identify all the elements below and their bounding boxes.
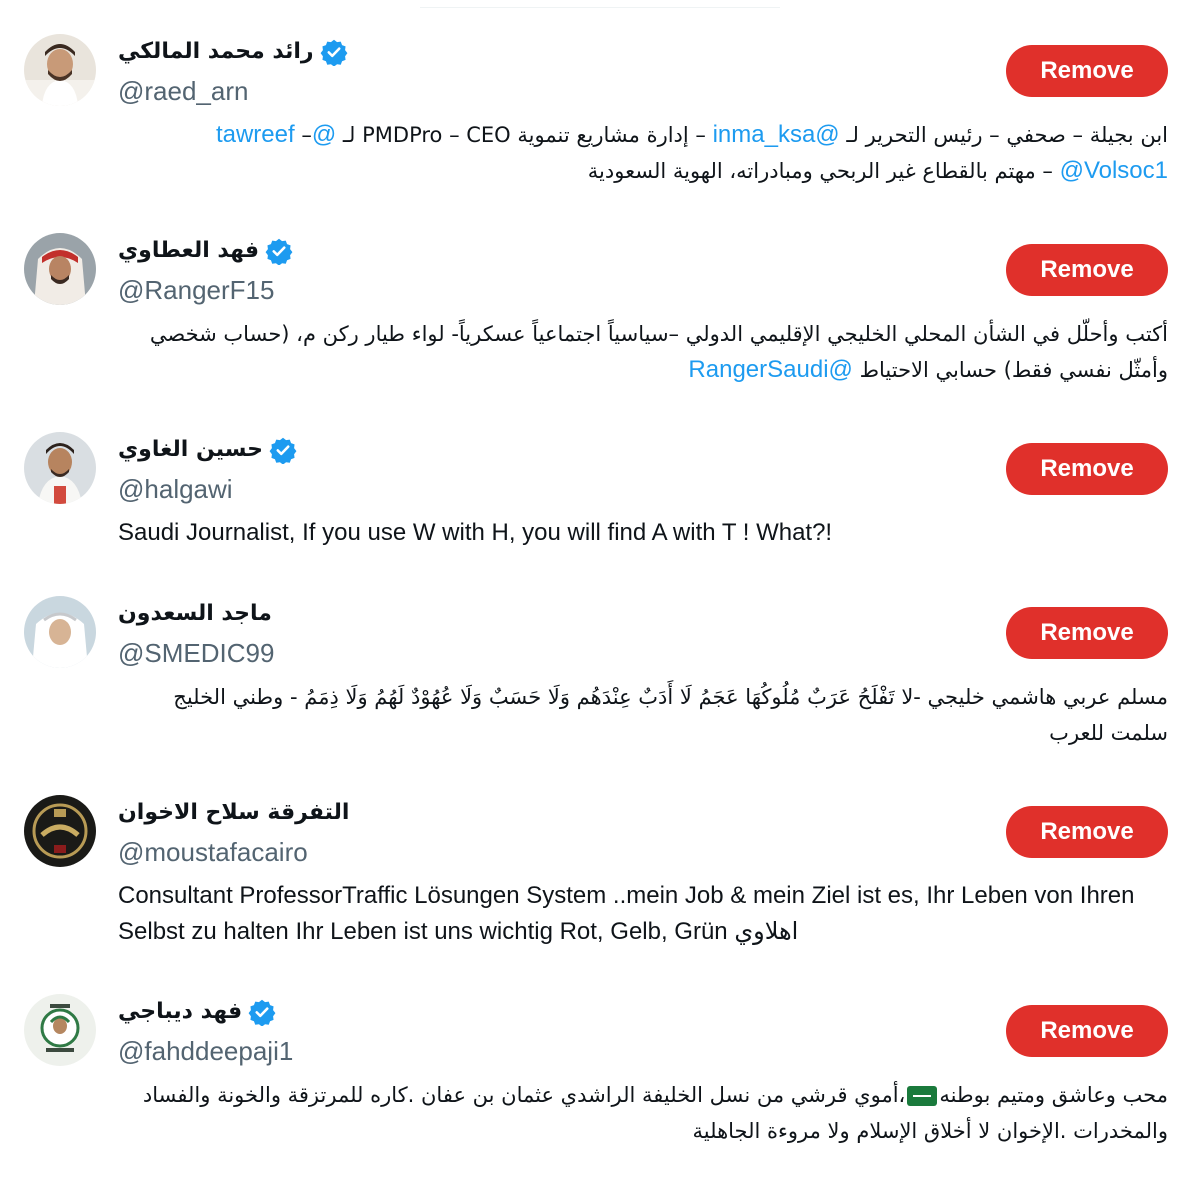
user-handle[interactable]: @SMEDIC99	[118, 637, 274, 669]
bio-text: – مهتم بالقطاع غير الربحي ومبادراته، اله…	[587, 159, 1060, 183]
bio-text: ابن بجيلة – صحفي – رئيس التحرير لـ	[839, 123, 1168, 147]
mention-link[interactable]: @inma_ksa	[713, 121, 840, 148]
display-name[interactable]: فهد ديباجي	[118, 997, 242, 1027]
saudi-flag-icon	[907, 1086, 938, 1106]
bio-text: – إدارة مشاريع تنموية PMDPro – CEO لـ	[336, 123, 713, 147]
user-handle[interactable]: @RangerF15	[118, 274, 274, 306]
display-name[interactable]: التفرقة سلاح الاخوان	[118, 798, 349, 828]
name-row: التفرقة سلاح الاخوان	[118, 798, 349, 828]
avatar[interactable]	[24, 994, 96, 1066]
user-handle[interactable]: @halgawi	[118, 473, 233, 505]
bio-text: مسلم عربي هاشمي خليجي -لا تَفْلَحُ عَرَب…	[173, 685, 1168, 745]
user-bio: مسلم عربي هاشمي خليجي -لا تَفْلَحُ عَرَب…	[118, 679, 1168, 751]
avatar[interactable]	[24, 795, 96, 867]
bio-text: –	[294, 123, 312, 147]
user-bio: Consultant ProfessorTraffic Lösungen Sys…	[118, 878, 1168, 950]
bio-text: Saudi Journalist, If you use W with H, y…	[118, 519, 833, 546]
avatar[interactable]	[24, 596, 96, 668]
bio-text: Consultant ProfessorTraffic Lösungen Sys…	[118, 882, 1135, 945]
display-name[interactable]: حسين الغاوي	[118, 435, 263, 465]
user-handle[interactable]: @raed_arn	[118, 75, 248, 107]
user-bio: ابن بجيلة – صحفي – رئيس التحرير لـ @inma…	[118, 117, 1168, 189]
name-row: فهد العطاوي	[118, 236, 293, 266]
name-row: رائد محمد المالكي	[118, 37, 348, 67]
verified-badge-icon	[269, 436, 297, 464]
avatar[interactable]	[24, 34, 96, 106]
mention-link[interactable]: @Volsoc1	[1060, 157, 1168, 184]
bio-text: أكتب وأحلّل في الشأن المحلي الخليجي الإق…	[149, 322, 1168, 382]
user-bio: Saudi Journalist, If you use W with H, y…	[118, 515, 1168, 551]
name-row: ماجد السعدون	[118, 599, 272, 629]
bio-text: محب وعاشق ومتيم بوطنه	[939, 1083, 1168, 1107]
remove-button[interactable]: Remove	[1006, 443, 1168, 495]
verified-badge-icon	[265, 237, 293, 265]
display-name[interactable]: فهد العطاوي	[118, 236, 259, 266]
remove-button[interactable]: Remove	[1006, 607, 1168, 659]
display-name[interactable]: رائد محمد المالكي	[118, 37, 314, 67]
mention-link[interactable]: @RangerSaudi	[688, 356, 852, 383]
remove-button[interactable]: Remove	[1006, 45, 1168, 97]
mention-link[interactable]: @tawreef	[216, 121, 336, 148]
user-handle[interactable]: @fahddeepaji1	[118, 1035, 293, 1067]
avatar[interactable]	[24, 432, 96, 504]
user-handle[interactable]: @moustafacairo	[118, 836, 308, 868]
remove-button[interactable]: Remove	[1006, 244, 1168, 296]
verified-badge-icon	[320, 38, 348, 66]
display-name[interactable]: ماجد السعدون	[118, 599, 272, 629]
top-divider	[420, 0, 780, 8]
verified-badge-icon	[248, 998, 276, 1026]
user-bio: محب وعاشق ومتيم بوطنه،أموي قرشي من نسل ا…	[118, 1077, 1168, 1149]
remove-button[interactable]: Remove	[1006, 1005, 1168, 1057]
name-row: فهد ديباجي	[118, 997, 276, 1027]
user-bio: أكتب وأحلّل في الشأن المحلي الخليجي الإق…	[118, 316, 1168, 388]
avatar[interactable]	[24, 233, 96, 305]
remove-button[interactable]: Remove	[1006, 806, 1168, 858]
name-row: حسين الغاوي	[118, 435, 297, 465]
